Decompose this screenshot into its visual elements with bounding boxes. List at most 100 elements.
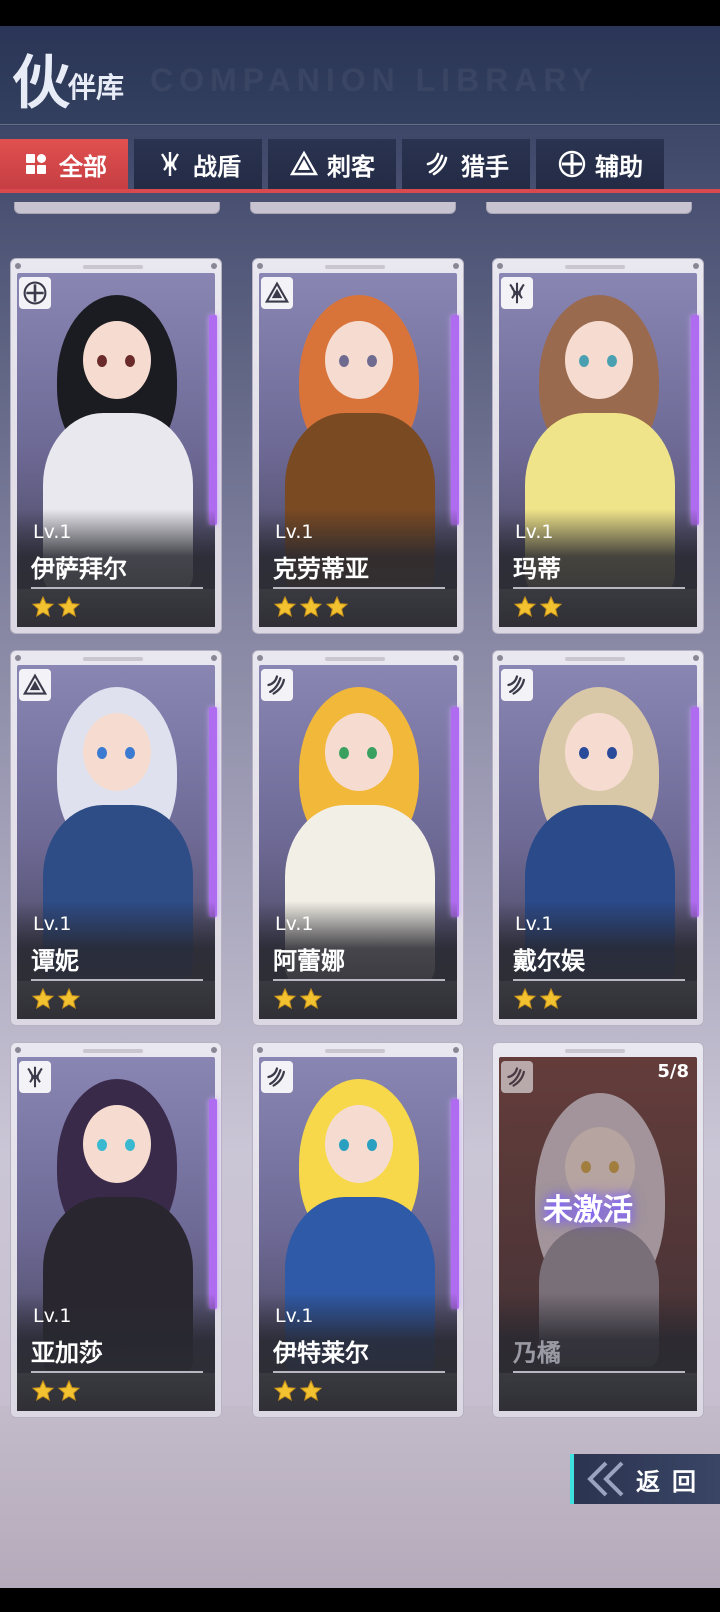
level-progress-bar <box>451 1099 459 1309</box>
card-slot <box>325 657 385 661</box>
companion-card[interactable]: Lv.1 阿蕾娜 <box>252 650 464 1026</box>
companion-card[interactable]: Lv.1 亚加莎 <box>10 1042 222 1418</box>
return-label: 返回 <box>636 1467 708 1496</box>
tab-support[interactable]: 辅助 <box>536 139 664 189</box>
card-divider <box>273 1371 445 1373</box>
companion-name: 谭妮 <box>31 947 79 975</box>
companion-card[interactable]: Lv.1 克劳蒂亚 <box>252 258 464 634</box>
grid-icon <box>21 149 51 179</box>
star-icon <box>57 1379 81 1403</box>
card-rivet <box>453 655 459 661</box>
companion-card[interactable]: Lv.1 戴尔娱 <box>492 650 704 1026</box>
hunter-class-icon <box>261 669 293 701</box>
companion-name: 伊萨拜尔 <box>31 555 127 583</box>
companion-card-locked[interactable]: 5/8 未激活 乃橘 <box>492 1042 704 1418</box>
companion-name: 戴尔娱 <box>513 947 585 975</box>
tab-shield[interactable]: 战盾 <box>134 139 262 189</box>
star-icon <box>31 1379 55 1403</box>
companion-card[interactable]: Lv.1 谭妮 <box>10 650 222 1026</box>
level-progress-bar <box>691 707 699 917</box>
hunter-class-icon <box>501 669 533 701</box>
companion-level: Lv.1 <box>275 521 314 543</box>
card-rivet <box>497 263 503 269</box>
shield-class-icon <box>155 149 185 179</box>
card-divider <box>513 1371 685 1373</box>
star-icon <box>299 595 323 619</box>
card-rivet <box>693 263 699 269</box>
card-edge-above <box>486 202 692 214</box>
portrait-eye <box>579 747 589 759</box>
card-slot <box>565 657 625 661</box>
portrait-eye <box>579 355 589 367</box>
portrait-face <box>325 1105 393 1183</box>
card-edge-above <box>14 202 220 214</box>
portrait-eye <box>97 747 107 759</box>
card-divider <box>31 979 203 981</box>
level-progress-bar <box>691 315 699 525</box>
assassin-class-icon <box>261 277 293 309</box>
card-rivet <box>211 263 217 269</box>
portrait-face <box>565 713 633 791</box>
card-slot <box>83 657 143 661</box>
card-rivet <box>453 1047 459 1053</box>
tab-shield-label: 战盾 <box>193 152 241 181</box>
star-icon <box>539 987 563 1011</box>
star-rating <box>273 595 349 623</box>
header: COMPANION LIBRARY 伙 伴库 <box>0 26 720 126</box>
portrait-face <box>325 321 393 399</box>
star-icon <box>299 987 323 1011</box>
companion-level: Lv.1 <box>33 1305 72 1327</box>
portrait-eye <box>607 747 617 759</box>
card-rivet <box>497 655 503 661</box>
card-rivet <box>257 655 263 661</box>
star-icon <box>57 595 81 619</box>
portrait-face <box>565 321 633 399</box>
return-button[interactable]: 返回 <box>570 1454 720 1504</box>
tab-assassin[interactable]: 刺客 <box>268 139 396 189</box>
level-progress-bar <box>209 1099 217 1309</box>
card-rivet <box>257 1047 263 1053</box>
companion-level: Lv.1 <box>275 913 314 935</box>
status-bar <box>0 0 720 26</box>
star-rating <box>31 987 81 1015</box>
card-divider <box>31 1371 203 1373</box>
card-divider <box>513 587 685 589</box>
shield-class-icon <box>501 277 533 309</box>
tab-support-label: 辅助 <box>595 152 643 181</box>
card-rivet <box>211 1047 217 1053</box>
tab-assassin-label: 刺客 <box>327 152 375 181</box>
star-icon <box>273 595 297 619</box>
tab-hunter-label: 猎手 <box>461 152 509 181</box>
companion-level: Lv.1 <box>515 521 554 543</box>
card-divider <box>273 979 445 981</box>
companion-name: 乃橘 <box>513 1339 561 1367</box>
portrait-face <box>83 1105 151 1183</box>
star-rating <box>31 1379 81 1407</box>
header-divider <box>0 124 720 125</box>
portrait-face <box>325 713 393 791</box>
shield-class-icon <box>19 1061 51 1093</box>
companion-library-screen: COMPANION LIBRARY 伙 伴库 全部 战盾 刺客 猎手 辅助 Lv… <box>0 26 720 1588</box>
star-icon <box>31 595 55 619</box>
companion-name: 克劳蒂亚 <box>273 555 369 583</box>
card-slot <box>325 265 385 269</box>
companion-card[interactable]: Lv.1 伊特莱尔 <box>252 1042 464 1418</box>
tab-hunter[interactable]: 猎手 <box>402 139 530 189</box>
portrait-eye <box>339 355 349 367</box>
level-progress-bar <box>451 315 459 525</box>
hunter-class-icon <box>423 149 453 179</box>
portrait-eye <box>125 1139 135 1151</box>
star-icon <box>325 595 349 619</box>
star-rating <box>273 1379 323 1407</box>
companion-card[interactable]: Lv.1 伊萨拜尔 <box>10 258 222 634</box>
card-slot <box>565 265 625 269</box>
star-icon <box>513 987 537 1011</box>
companion-card[interactable]: Lv.1 玛蒂 <box>492 258 704 634</box>
portrait-eye <box>367 1139 377 1151</box>
card-slot <box>83 1049 143 1053</box>
star-icon <box>539 595 563 619</box>
portrait-eye <box>125 747 135 759</box>
portrait-face <box>83 713 151 791</box>
tab-all[interactable]: 全部 <box>0 139 128 189</box>
tab-underline <box>0 189 720 193</box>
